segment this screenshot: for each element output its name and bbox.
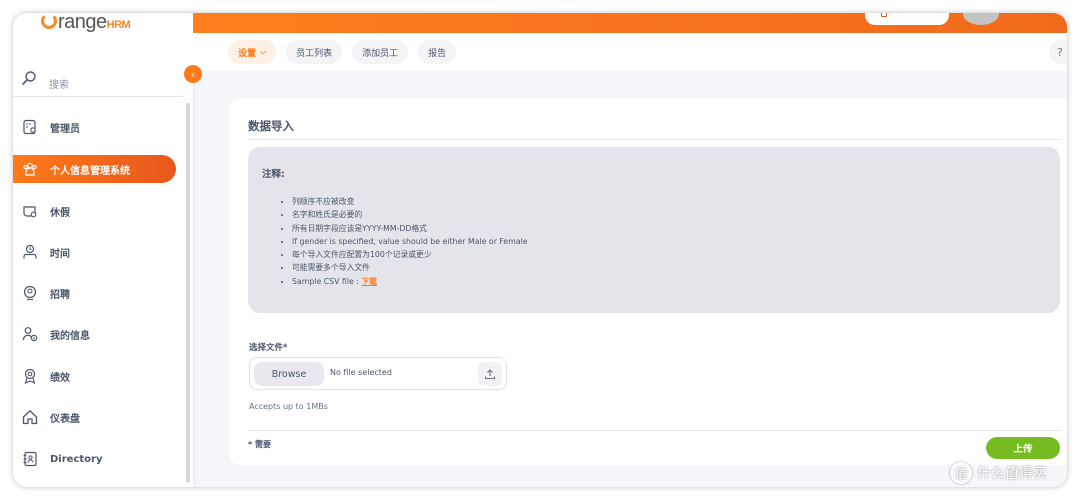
note-list: 列顺序不应被改变 名字和姓氏是必要的 所有日期字段应该是YYYY-MM-DD格式… bbox=[292, 195, 528, 288]
directory-icon bbox=[21, 450, 39, 468]
tab-label: 员工列表 bbox=[296, 48, 333, 59]
sidebar-item-label: Directory bbox=[50, 453, 103, 465]
watermark: 值 什么值得买 bbox=[950, 462, 1047, 484]
app-window: rangeHRM 搜索 管理员 个人信息管理系统 休假 时间 招聘 我的信息 绩… bbox=[13, 13, 1067, 487]
sidebar-item-label: 休假 bbox=[50, 207, 70, 219]
sidebar-item-label: 招聘 bbox=[50, 289, 70, 301]
logo-suffix: HRM bbox=[106, 19, 131, 31]
top-bar bbox=[193, 13, 1067, 33]
logo-o-mark bbox=[41, 13, 57, 29]
note-box: 注释: 列顺序不应被改变 名字和姓氏是必要的 所有日期字段应该是YYYY-MM-… bbox=[248, 147, 1060, 313]
sidebar-item-recruitment[interactable]: 招聘 bbox=[13, 279, 176, 307]
file-size-hint: Accepts up to 1MBs bbox=[249, 402, 328, 411]
sidebar-item-my-info[interactable]: 我的信息 bbox=[13, 320, 176, 348]
divider bbox=[248, 139, 1060, 140]
required-note: * 需要 bbox=[248, 440, 271, 449]
tab-reports[interactable]: 报告 bbox=[418, 40, 457, 64]
file-input[interactable]: Browse No file selected bbox=[249, 357, 507, 390]
sidebar-item-dashboard[interactable]: 仪表盘 bbox=[13, 403, 176, 431]
list-item: 可能需要多个导入文件 bbox=[292, 261, 528, 274]
tab-settings[interactable]: 设置 ⌵ bbox=[228, 40, 277, 64]
chevron-left-icon: ‹ bbox=[190, 67, 196, 81]
upload-icon[interactable] bbox=[478, 362, 502, 386]
performance-icon bbox=[21, 367, 39, 385]
avatar[interactable] bbox=[963, 13, 999, 25]
logo-text: range bbox=[58, 13, 107, 33]
sidebar-item-label: 我的信息 bbox=[50, 330, 90, 342]
upload-button[interactable]: 上传 bbox=[986, 437, 1060, 459]
help-icon: ? bbox=[1057, 45, 1063, 59]
admin-icon bbox=[21, 118, 39, 136]
sidebar-item-leave[interactable]: 休假 bbox=[13, 197, 176, 225]
sidebar-collapse-button[interactable]: ‹ bbox=[184, 65, 202, 83]
page-title: 数据导入 bbox=[248, 119, 294, 133]
sample-csv-label: Sample CSV file : bbox=[292, 276, 362, 286]
leave-icon bbox=[21, 202, 39, 220]
sidebar-item-directory[interactable]: Directory bbox=[13, 445, 176, 473]
sidebar-item-pim[interactable]: 个人信息管理系统 bbox=[13, 155, 176, 183]
tab-label: 设置 bbox=[238, 48, 257, 59]
file-field-label: 选择文件* bbox=[249, 343, 288, 353]
list-item: 列顺序不应被改变 bbox=[292, 195, 528, 208]
list-item: 所有日期字段应该是YYYY-MM-DD格式 bbox=[292, 222, 528, 235]
list-item: Sample CSV file : 下载 bbox=[292, 275, 528, 288]
sidebar-search[interactable]: 搜索 bbox=[13, 63, 183, 97]
orangehrm-logo[interactable]: rangeHRM bbox=[41, 13, 131, 34]
sidebar-item-label: 个人信息管理系统 bbox=[50, 165, 130, 177]
pim-icon bbox=[21, 160, 39, 178]
my-info-icon bbox=[21, 325, 39, 343]
recruitment-icon bbox=[21, 284, 39, 302]
sidebar-item-label: 绩效 bbox=[50, 372, 70, 384]
search-icon bbox=[21, 70, 37, 90]
search-label: 搜索 bbox=[49, 80, 69, 91]
divider bbox=[248, 430, 1060, 431]
upgrade-icon bbox=[881, 13, 887, 17]
watermark-logo-icon: 值 bbox=[950, 462, 972, 484]
help-button[interactable]: ? bbox=[1049, 40, 1067, 64]
sidebar-item-label: 仪表盘 bbox=[50, 413, 80, 425]
sidebar-scrollbar[interactable] bbox=[186, 103, 190, 483]
download-link[interactable]: 下载 bbox=[361, 277, 377, 286]
dashboard-icon bbox=[21, 408, 39, 426]
list-item: If gender is specified, value should be … bbox=[292, 235, 528, 248]
tab-label: 报告 bbox=[428, 48, 447, 59]
sidebar-item-performance[interactable]: 绩效 bbox=[13, 362, 176, 390]
tab-label: 添加员工 bbox=[362, 48, 399, 59]
sidebar: rangeHRM 搜索 管理员 个人信息管理系统 休假 时间 招聘 我的信息 绩… bbox=[13, 13, 193, 487]
data-import-card: 数据导入 注释: 列顺序不应被改变 名字和姓氏是必要的 所有日期字段应该是YYY… bbox=[229, 99, 1067, 465]
upgrade-button[interactable] bbox=[865, 13, 949, 25]
sidebar-item-label: 时间 bbox=[50, 248, 70, 260]
file-status: No file selected bbox=[330, 368, 392, 377]
browse-button[interactable]: Browse bbox=[254, 362, 324, 386]
sidebar-item-label: 管理员 bbox=[50, 123, 80, 135]
list-item: 每个导入文件应配置为100个记录或更少 bbox=[292, 248, 528, 261]
tab-add-employee[interactable]: 添加员工 bbox=[352, 40, 409, 64]
watermark-text: 什么值得买 bbox=[977, 466, 1047, 482]
sub-navigation: 设置 ⌵ 员工列表 添加员工 报告 ? bbox=[193, 33, 1067, 71]
sidebar-item-admin[interactable]: 管理员 bbox=[13, 113, 176, 141]
tab-employee-list[interactable]: 员工列表 bbox=[286, 40, 343, 64]
list-item: 名字和姓氏是必要的 bbox=[292, 208, 528, 221]
note-title: 注释: bbox=[262, 169, 285, 180]
chevron-down-icon: ⌵ bbox=[260, 47, 267, 56]
time-icon bbox=[21, 243, 39, 261]
sidebar-item-time[interactable]: 时间 bbox=[13, 238, 176, 266]
